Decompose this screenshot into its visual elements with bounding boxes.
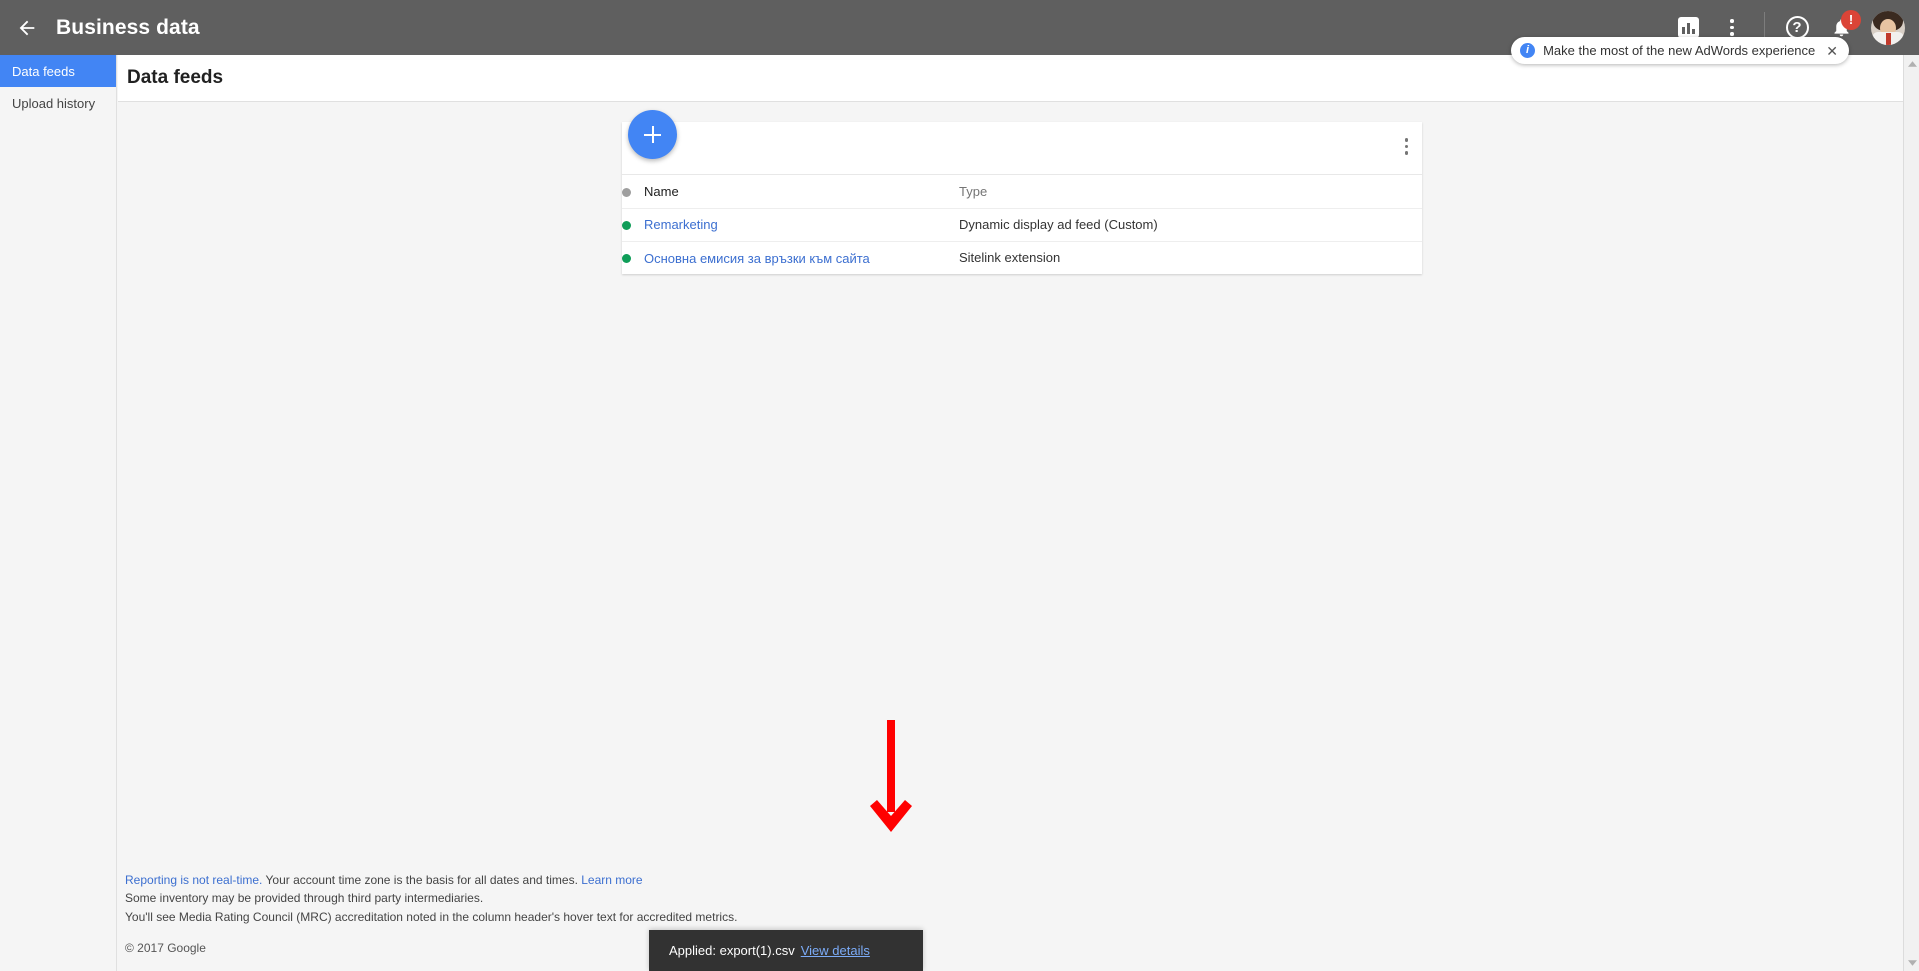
- page-scrollbar[interactable]: [1903, 55, 1919, 971]
- sidebar-item-label: Data feeds: [12, 64, 75, 79]
- card-overflow-menu-button[interactable]: [1405, 138, 1409, 155]
- footer-line-2: Some inventory may be provided through t…: [125, 889, 737, 908]
- close-icon[interactable]: ✕: [1826, 44, 1838, 58]
- add-feed-button[interactable]: [628, 110, 677, 159]
- avatar-tie: [1886, 33, 1891, 45]
- feed-name-link[interactable]: Основна емисия за връзки към сайта: [644, 251, 870, 266]
- red-down-arrow-annotation: [868, 720, 914, 832]
- snackbar-message: Applied: export(1).csv: [669, 943, 795, 958]
- help-icon: ?: [1786, 16, 1809, 39]
- info-icon: i: [1520, 43, 1535, 58]
- footer-line-1-rest: Your account time zone is the basis for …: [262, 873, 581, 887]
- column-header-type-label: Type: [959, 184, 987, 199]
- card-toolbar: [622, 122, 1422, 175]
- main-content: Name Type Remarketing Dynamic display ad…: [118, 102, 1904, 971]
- reporting-not-realtime-link[interactable]: Reporting is not real-time.: [125, 873, 262, 887]
- page-title: Data feeds: [127, 67, 223, 89]
- scroll-up-button[interactable]: [1904, 55, 1919, 72]
- footer-disclaimer: Reporting is not real-time. Your account…: [125, 871, 737, 958]
- column-header-name[interactable]: Name: [622, 175, 959, 208]
- feed-type-cell: Dynamic display ad feed (Custom): [959, 208, 1422, 241]
- data-feeds-table: Name Type Remarketing Dynamic display ad…: [622, 175, 1422, 274]
- column-header-type[interactable]: Type: [959, 175, 1422, 208]
- table-row: Основна емисия за връзки към сайта Sitel…: [622, 241, 1422, 274]
- sidebar: Data feeds Upload history: [0, 55, 117, 971]
- footer-line-3: You'll see Media Rating Council (MRC) ac…: [125, 908, 737, 927]
- snackbar: Applied: export(1).csv View details: [649, 930, 923, 971]
- sidebar-item-label: Upload history: [12, 96, 95, 111]
- view-details-link[interactable]: View details: [801, 943, 870, 958]
- notification-badge: !: [1841, 10, 1861, 30]
- feed-type-cell: Sitelink extension: [959, 241, 1422, 274]
- table-header-row: Name Type: [622, 175, 1422, 208]
- more-vert-icon: [1730, 19, 1734, 36]
- status-dot-green-icon: [622, 254, 631, 263]
- sidebar-item-data-feeds[interactable]: Data feeds: [0, 55, 116, 87]
- learn-more-link[interactable]: Learn more: [581, 873, 642, 887]
- avatar[interactable]: [1871, 11, 1905, 45]
- footer-copyright: © 2017 Google: [125, 939, 737, 958]
- bar-chart-icon: [1678, 17, 1699, 38]
- sidebar-item-upload-history[interactable]: Upload history: [0, 87, 116, 119]
- adwords-experience-toast-text: Make the most of the new AdWords experie…: [1543, 43, 1815, 58]
- feed-name-cell: Основна емисия за връзки към сайта: [622, 241, 959, 274]
- feed-name-link[interactable]: Remarketing: [644, 218, 718, 233]
- feed-name-cell: Remarketing: [622, 208, 959, 241]
- status-dot-green-icon: [622, 221, 631, 230]
- data-feeds-card: Name Type Remarketing Dynamic display ad…: [622, 122, 1422, 274]
- app-title: Business data: [56, 16, 200, 40]
- adwords-experience-toast: i Make the most of the new AdWords exper…: [1511, 37, 1849, 64]
- status-dot-gray-icon: [622, 188, 631, 197]
- back-arrow-icon[interactable]: [12, 13, 42, 43]
- column-header-name-label: Name: [644, 184, 679, 199]
- table-row: Remarketing Dynamic display ad feed (Cus…: [622, 208, 1422, 241]
- scroll-down-button[interactable]: [1904, 954, 1919, 971]
- footer-line-1: Reporting is not real-time. Your account…: [125, 871, 737, 890]
